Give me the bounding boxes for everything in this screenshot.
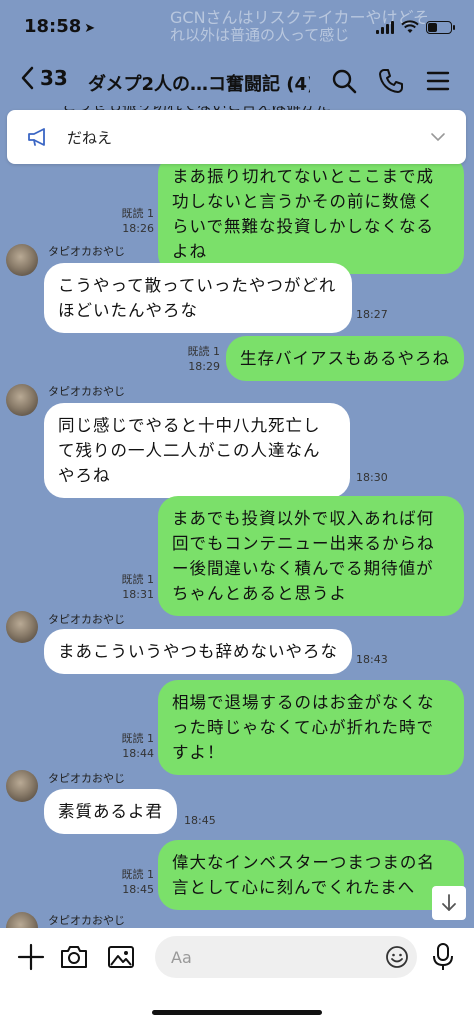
- message-time: 18:31: [122, 588, 154, 601]
- outgoing-message-bubble[interactable]: 生存バイアスもあるやろね: [226, 336, 464, 381]
- clock: 18:58: [24, 16, 82, 37]
- unread-count: 33: [40, 66, 68, 90]
- outgoing-message-bubble[interactable]: 相場で退場するのはお金がなくなった時じゃなくて心が折れた時ですよ！: [158, 680, 464, 775]
- read-receipt: 既読 1: [121, 732, 155, 745]
- phone-icon[interactable]: [378, 68, 404, 94]
- cellular-signal-icon: [376, 21, 394, 34]
- read-receipt: 既読 1: [121, 207, 155, 220]
- chat-message-list[interactable]: どうせも振り切れてないと言えば確かだ まあ振り切れてないとここまで成功しないと言…: [0, 106, 474, 928]
- emoji-icon[interactable]: [385, 945, 409, 969]
- message-time: 18:44: [122, 747, 154, 760]
- message-input-bar: Aa: [0, 928, 474, 1024]
- outgoing-message-bubble[interactable]: 偉大なインベスターつまつまの名言として心に刻んでくれたまへ: [158, 840, 464, 910]
- message-time: 18:26: [122, 222, 154, 235]
- microphone-icon[interactable]: [432, 942, 454, 972]
- sender-name: タピオカおやじ: [48, 914, 125, 927]
- status-time: 18:58 ➤: [24, 16, 95, 37]
- plus-icon[interactable]: [16, 942, 46, 972]
- home-indicator: [152, 1010, 322, 1015]
- read-receipt: 既読 1: [187, 345, 221, 358]
- avatar[interactable]: [6, 611, 38, 643]
- message-meta: 既読 1 18:45: [104, 867, 155, 897]
- message-meta: 既読 1 18:29: [170, 344, 221, 374]
- avatar[interactable]: [6, 912, 38, 928]
- announcement-banner[interactable]: だねえ: [7, 110, 466, 164]
- chat-header: 33 ダメプ2人の…コ奮闘記 (4): [0, 56, 474, 106]
- read-receipt: 既読 1: [121, 868, 155, 881]
- notification-ghost-line2: れ以外は普通の人って感じ: [170, 26, 350, 44]
- incoming-message-bubble[interactable]: こうやって散っていったやつがどれほどいたんやろな: [44, 263, 352, 333]
- message-input[interactable]: Aa: [155, 936, 417, 978]
- chevron-down-icon[interactable]: [430, 129, 446, 145]
- announcement-text: だねえ: [67, 129, 113, 147]
- outgoing-message-bubble[interactable]: まあでも投資以外で収入あれば何回でもコンテニュー出来るからねー後間違いなく積んで…: [158, 496, 464, 616]
- image-icon[interactable]: [106, 942, 136, 972]
- hamburger-menu-icon[interactable]: [425, 68, 451, 94]
- location-arrow-icon: ➤: [84, 21, 96, 36]
- message-meta: 既読 1 18:44: [104, 731, 155, 761]
- avatar[interactable]: [6, 384, 38, 416]
- message-time: 18:45: [184, 814, 216, 827]
- message-meta: 既読 1 18:31: [104, 572, 155, 602]
- message-time: 18:29: [188, 360, 220, 373]
- wifi-icon: [401, 20, 419, 33]
- sender-name: タピオカおやじ: [48, 385, 125, 398]
- incoming-message-bubble[interactable]: 素質あるよ君: [44, 789, 177, 834]
- arrow-down-icon: [442, 894, 456, 911]
- outgoing-message-bubble[interactable]: まあ振り切れてないとここまで成功しないと言うかその前に数億くらいで無難な投資しか…: [158, 154, 464, 274]
- camera-icon[interactable]: [59, 942, 89, 972]
- message-time: 18:30: [356, 471, 388, 484]
- back-button[interactable]: 33: [20, 66, 68, 90]
- avatar[interactable]: [6, 770, 38, 802]
- chat-title[interactable]: ダメプ2人の…コ奮闘記 (4): [88, 70, 310, 96]
- message-time: 18:45: [122, 883, 154, 896]
- incoming-message-bubble[interactable]: 同じ感じでやると十中八九死亡して残りの一人二人がこの人達なんやろね: [44, 403, 350, 498]
- scroll-to-bottom-button[interactable]: [432, 886, 466, 920]
- message-time: 18:43: [356, 653, 388, 666]
- status-icons: [376, 20, 455, 34]
- message-time: 18:27: [356, 308, 388, 321]
- read-receipt: 既読 1: [121, 573, 155, 586]
- chevron-left-icon: [21, 66, 34, 90]
- incoming-message-bubble[interactable]: まあこういうやつも辞めないやろな: [44, 629, 352, 674]
- sender-name: タピオカおやじ: [48, 245, 125, 258]
- sender-name: タピオカおやじ: [48, 613, 125, 626]
- message-meta: 既読 1 18:26: [104, 206, 155, 236]
- sender-name: タピオカおやじ: [48, 772, 125, 785]
- megaphone-icon: [28, 128, 45, 146]
- avatar[interactable]: [6, 244, 38, 276]
- status-bar: GCNさんはリスクテイカーやけどそ れ以外は普通の人って感じ 18:58 ➤: [0, 0, 474, 56]
- battery-icon: [426, 21, 455, 34]
- search-icon[interactable]: [331, 68, 357, 94]
